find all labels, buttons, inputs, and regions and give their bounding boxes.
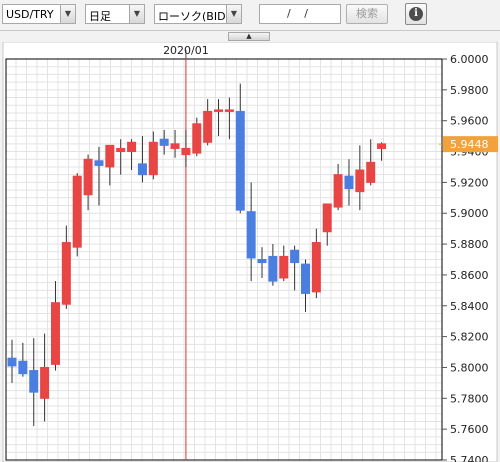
y-tick-label: 5.9200 [450, 176, 489, 189]
toolbar-divider [0, 30, 500, 31]
candle-body [181, 147, 191, 156]
chart-type-value: ローソク(BID) [158, 10, 230, 23]
candle-body [355, 169, 365, 193]
candle-body [203, 110, 213, 143]
y-tick-label: 5.8400 [450, 300, 489, 313]
chevron-down-icon[interactable]: ▼ [60, 5, 75, 23]
candle-body [116, 147, 126, 153]
candle-body [377, 143, 387, 149]
search-button[interactable]: 検索 [346, 4, 388, 24]
candle-body [257, 259, 267, 264]
candle-body [214, 109, 224, 112]
candle-body [333, 174, 343, 208]
candle-body [290, 249, 300, 264]
currency-pair-value: USD/TRY [6, 8, 54, 21]
candle-body [192, 123, 202, 154]
candle-body [94, 160, 104, 166]
candle-body [61, 242, 71, 305]
info-button[interactable]: i [405, 3, 427, 25]
candle-body [235, 110, 245, 211]
candle-body [246, 211, 256, 259]
date-input[interactable]: / / [259, 4, 341, 24]
candle-body [170, 143, 180, 149]
candle-body [40, 366, 50, 399]
y-tick-label: 5.9800 [450, 84, 489, 97]
candle-body [300, 263, 310, 294]
candle-body [137, 163, 147, 176]
chevron-down-icon[interactable]: ▼ [226, 5, 241, 23]
candle-body [29, 370, 39, 393]
chart-type-select[interactable]: ローソク(BID) ▼ [154, 4, 242, 24]
current-price-label: 5.9448 [450, 138, 489, 151]
candle-body [366, 161, 376, 183]
candle-body [7, 357, 17, 367]
candle-body [148, 141, 158, 176]
y-tick-label: 5.8000 [450, 361, 489, 374]
y-tick-label: 5.8200 [450, 331, 489, 344]
candle-body [72, 175, 82, 248]
candle-body [311, 242, 321, 293]
y-tick-label: 5.8600 [450, 269, 489, 282]
y-tick-label: 5.8800 [450, 238, 489, 251]
y-tick-label: 5.7800 [450, 392, 489, 405]
timeframe-select[interactable]: 日足 ▼ [85, 4, 145, 24]
candle-body [224, 109, 234, 112]
x-tick-label: 2020/01 [163, 44, 209, 57]
y-tick-label: 5.7400 [450, 454, 489, 462]
candle-body [50, 302, 60, 365]
candle-body [83, 158, 93, 196]
chevron-down-icon[interactable]: ▼ [129, 5, 144, 23]
y-tick-label: 6.0000 [450, 53, 489, 66]
candle-body [322, 203, 332, 233]
candle-body [159, 138, 169, 146]
y-tick-label: 5.9000 [450, 207, 489, 220]
candle-body [105, 144, 115, 168]
collapse-toggle[interactable]: ▲ [228, 32, 270, 41]
candle-body [268, 255, 278, 282]
timeframe-value: 日足 [89, 10, 111, 23]
candle-body [18, 360, 28, 375]
candle-body [344, 175, 354, 190]
candlestick-chart: 6.00005.98005.96005.94005.92005.90005.88… [2, 42, 498, 462]
y-tick-label: 5.7600 [450, 423, 489, 436]
y-tick-label: 5.9600 [450, 115, 489, 128]
info-icon: i [409, 7, 423, 21]
candle-body [279, 255, 289, 279]
toolbar: USD/TRY ▼ 日足 ▼ ローソク(BID) ▼ / / 検索 i [0, 0, 500, 30]
candle-body [127, 141, 137, 153]
currency-pair-select[interactable]: USD/TRY ▼ [2, 4, 76, 24]
